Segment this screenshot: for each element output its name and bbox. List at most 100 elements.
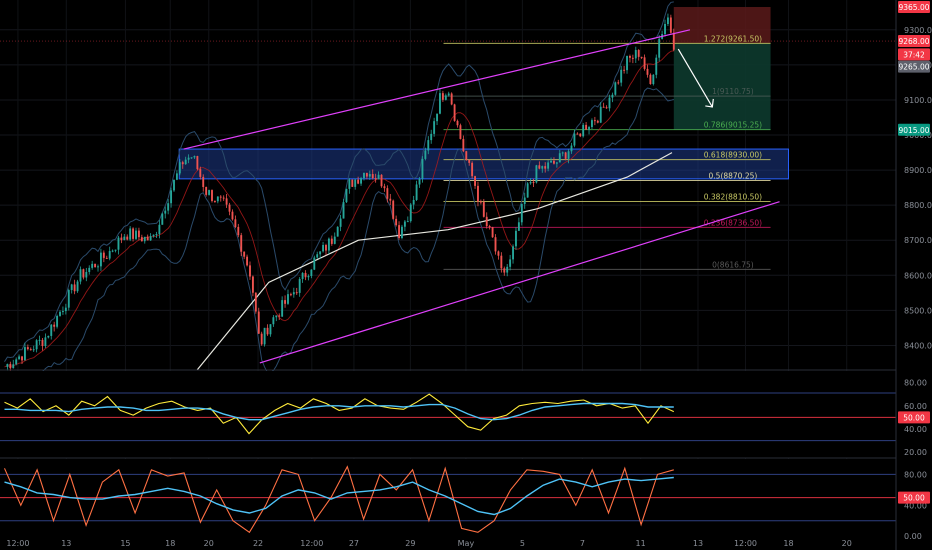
trading-chart[interactable]: 1.272(9261.50) 1(9110.75) 0.786(9015.25) 0.… — [0, 0, 932, 550]
candle-body — [637, 50, 640, 57]
candle-body — [374, 178, 377, 180]
time-scale-label: 20 — [204, 539, 214, 548]
candle-body — [599, 106, 602, 123]
candle-body — [608, 97, 611, 109]
candle-body — [550, 160, 552, 163]
candle-body — [620, 69, 623, 83]
candle-body — [579, 133, 582, 137]
candle-body — [325, 244, 327, 251]
candle-body — [97, 266, 99, 268]
candle-body — [643, 57, 646, 69]
candle-body — [76, 281, 79, 292]
candle-body — [591, 120, 593, 128]
candle-body — [471, 162, 474, 177]
candle-body — [576, 133, 579, 135]
candle-body — [512, 246, 514, 260]
candle-body — [284, 300, 287, 304]
candle-body — [363, 172, 365, 179]
candle-body — [444, 95, 447, 100]
candle-body — [418, 178, 421, 185]
candle-body — [278, 315, 281, 317]
candle-body — [152, 234, 155, 237]
candle-body — [173, 179, 175, 191]
candle-body — [582, 124, 585, 137]
candle-body — [199, 169, 202, 177]
demand-zone-rectangle[interactable] — [178, 148, 789, 180]
candle-body — [634, 50, 637, 59]
candle-body — [272, 317, 275, 325]
fib-level-label: 0.786(9015.25) — [704, 121, 762, 130]
short-position-tool[interactable] — [673, 7, 771, 130]
candle-body — [330, 238, 333, 244]
candle-body — [453, 104, 456, 121]
time-scale-label: 12:00 — [6, 539, 29, 548]
candle-body — [149, 236, 152, 241]
candle-body — [529, 181, 532, 184]
candle-body — [26, 347, 29, 350]
price-scale-label: 8600.00 — [904, 271, 932, 280]
candle-body — [403, 221, 406, 227]
price-badge-text: 9268.00 — [898, 37, 929, 46]
time-scale-label: 13 — [693, 539, 703, 548]
candle-body — [15, 359, 18, 365]
candle-body — [433, 121, 436, 134]
time-scale-label: 20 — [842, 539, 852, 548]
candle-body — [234, 219, 237, 227]
candle-body — [304, 272, 307, 278]
candle-body — [222, 197, 225, 199]
candle-body — [213, 200, 216, 202]
candle-body — [29, 349, 32, 351]
candle-body — [73, 284, 76, 292]
candle-body — [629, 55, 631, 58]
oscillator-scale-label: 80.00 — [904, 470, 927, 479]
price-scale-label: 9300.00 — [904, 26, 932, 35]
candle-body — [23, 347, 26, 361]
time-scale-label: 29 — [405, 539, 415, 548]
time-scale-label: 13 — [61, 539, 71, 548]
candle-body — [336, 226, 339, 237]
candle-body — [64, 307, 67, 312]
candle-body — [266, 327, 269, 335]
time-scale-label: 12:00 — [734, 539, 757, 548]
candle-body — [146, 236, 149, 241]
candle-body — [439, 93, 441, 114]
candle-body — [377, 174, 380, 180]
candle-body — [415, 184, 418, 200]
candle-body — [567, 151, 570, 159]
candle-body — [646, 68, 649, 75]
time-scale-label: May — [458, 539, 475, 548]
fib-level-label: 1(9110.75) — [712, 87, 754, 96]
candle-body — [421, 158, 424, 179]
candle-body — [658, 38, 661, 58]
candle-body — [292, 292, 295, 295]
candle-body — [219, 196, 222, 198]
fib-level-label: 1.272(9261.50) — [704, 34, 762, 43]
candle-body — [389, 198, 392, 201]
time-scale-label: 18 — [165, 539, 175, 548]
candle-body — [132, 228, 135, 239]
candle-body — [520, 203, 523, 223]
candle-body — [614, 82, 617, 95]
candle-body — [281, 300, 284, 317]
candle-body — [287, 294, 289, 304]
price-badge-text: 50.00 — [903, 413, 925, 422]
candle-body — [593, 120, 596, 122]
oscillator-pane-2[interactable] — [0, 459, 896, 540]
candle-body — [108, 251, 111, 259]
candle-body — [111, 250, 114, 252]
time-scale-label: 27 — [349, 539, 359, 548]
candle-body — [342, 202, 345, 219]
candle-body — [88, 267, 91, 272]
time-scale-label: 5 — [520, 539, 525, 548]
candle-body — [249, 265, 251, 277]
candle-body — [190, 157, 193, 159]
candle-body — [348, 179, 351, 189]
candle-body — [307, 276, 310, 278]
candle-body — [357, 179, 360, 184]
candle-body — [491, 227, 494, 238]
candle-body — [164, 210, 167, 214]
candle-body — [459, 125, 462, 139]
candle-body — [561, 152, 564, 154]
price-badge-text: 9265.00 — [898, 63, 929, 72]
oscillator-pane-1[interactable] — [0, 371, 896, 458]
